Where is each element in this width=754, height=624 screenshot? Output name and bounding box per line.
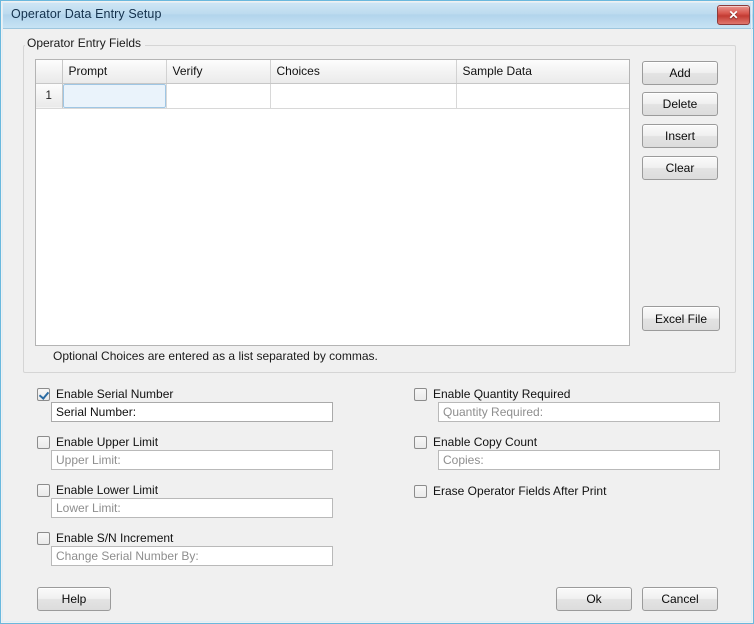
serial-number-input[interactable]	[51, 402, 333, 422]
clear-button[interactable]: Clear	[642, 156, 718, 180]
column-header-prompt[interactable]: Prompt	[62, 60, 167, 84]
title-bar: Operator Data Entry Setup ✕	[2, 2, 753, 29]
enable-upper-limit-checkbox[interactable]	[37, 435, 50, 449]
enable-quantity-required-row[interactable]: Enable Quantity Required	[414, 387, 570, 401]
erase-operator-fields-checkbox[interactable]	[414, 484, 427, 498]
enable-lower-limit-checkbox[interactable]	[37, 483, 50, 497]
help-button[interactable]: Help	[37, 587, 111, 611]
close-button[interactable]: ✕	[717, 5, 750, 25]
window-title: Operator Data Entry Setup	[11, 7, 162, 21]
enable-sn-increment-label: Enable S/N Increment	[56, 531, 174, 545]
enable-sn-increment-checkbox[interactable]	[37, 531, 50, 545]
table-row[interactable]: 1	[36, 83, 629, 109]
enable-sn-increment-row[interactable]: Enable S/N Increment	[37, 531, 173, 545]
lower-limit-input[interactable]	[51, 498, 333, 518]
group-title: Operator Entry Fields	[25, 36, 146, 50]
quantity-required-input[interactable]	[438, 402, 720, 422]
delete-button[interactable]: Delete	[642, 92, 718, 116]
column-header-choices[interactable]: Choices	[270, 60, 457, 84]
column-header-verify[interactable]: Verify	[166, 60, 271, 84]
entry-table: Prompt Verify Choices Sample Data 1	[36, 60, 629, 109]
enable-serial-number-checkbox[interactable]	[37, 387, 50, 401]
enable-upper-limit-label: Enable Upper Limit	[56, 435, 159, 449]
insert-button[interactable]: Insert	[642, 124, 718, 148]
operator-data-entry-setup-dialog: Operator Data Entry Setup ✕ Operator Ent…	[0, 0, 754, 624]
enable-serial-number-label: Enable Serial Number	[56, 387, 174, 401]
add-button[interactable]: Add	[642, 61, 718, 85]
cell-verify[interactable]	[166, 83, 271, 109]
cell-sample-data[interactable]	[456, 83, 629, 109]
column-header-rownum[interactable]	[36, 60, 63, 84]
enable-copy-count-checkbox[interactable]	[414, 435, 427, 449]
sn-increment-input[interactable]	[51, 546, 333, 566]
cell-choices[interactable]	[270, 83, 457, 109]
enable-lower-limit-label: Enable Lower Limit	[56, 483, 159, 497]
cell-prompt[interactable]	[62, 83, 167, 109]
enable-lower-limit-row[interactable]: Enable Lower Limit	[37, 483, 158, 497]
row-number-cell[interactable]: 1	[36, 83, 63, 109]
erase-operator-fields-label: Erase Operator Fields After Print	[433, 484, 607, 498]
enable-serial-number-row[interactable]: Enable Serial Number	[37, 387, 173, 401]
cell-prompt-editor[interactable]	[62, 83, 166, 108]
close-icon: ✕	[728, 8, 739, 22]
column-header-sample-data[interactable]: Sample Data	[456, 60, 629, 84]
enable-quantity-required-checkbox[interactable]	[414, 387, 427, 401]
copy-count-input[interactable]	[438, 450, 720, 470]
operator-entry-grid[interactable]: Prompt Verify Choices Sample Data 1	[35, 59, 630, 346]
enable-copy-count-row[interactable]: Enable Copy Count	[414, 435, 537, 449]
choices-hint-text: Optional Choices are entered as a list s…	[53, 349, 378, 363]
upper-limit-input[interactable]	[51, 450, 333, 470]
erase-operator-fields-row[interactable]: Erase Operator Fields After Print	[414, 484, 606, 498]
table-header-row: Prompt Verify Choices Sample Data	[36, 60, 629, 84]
enable-quantity-required-label: Enable Quantity Required	[433, 387, 571, 401]
ok-button[interactable]: Ok	[556, 587, 632, 611]
enable-copy-count-label: Enable Copy Count	[433, 435, 538, 449]
excel-file-button[interactable]: Excel File	[642, 306, 720, 331]
cancel-button[interactable]: Cancel	[642, 587, 718, 611]
enable-upper-limit-row[interactable]: Enable Upper Limit	[37, 435, 158, 449]
